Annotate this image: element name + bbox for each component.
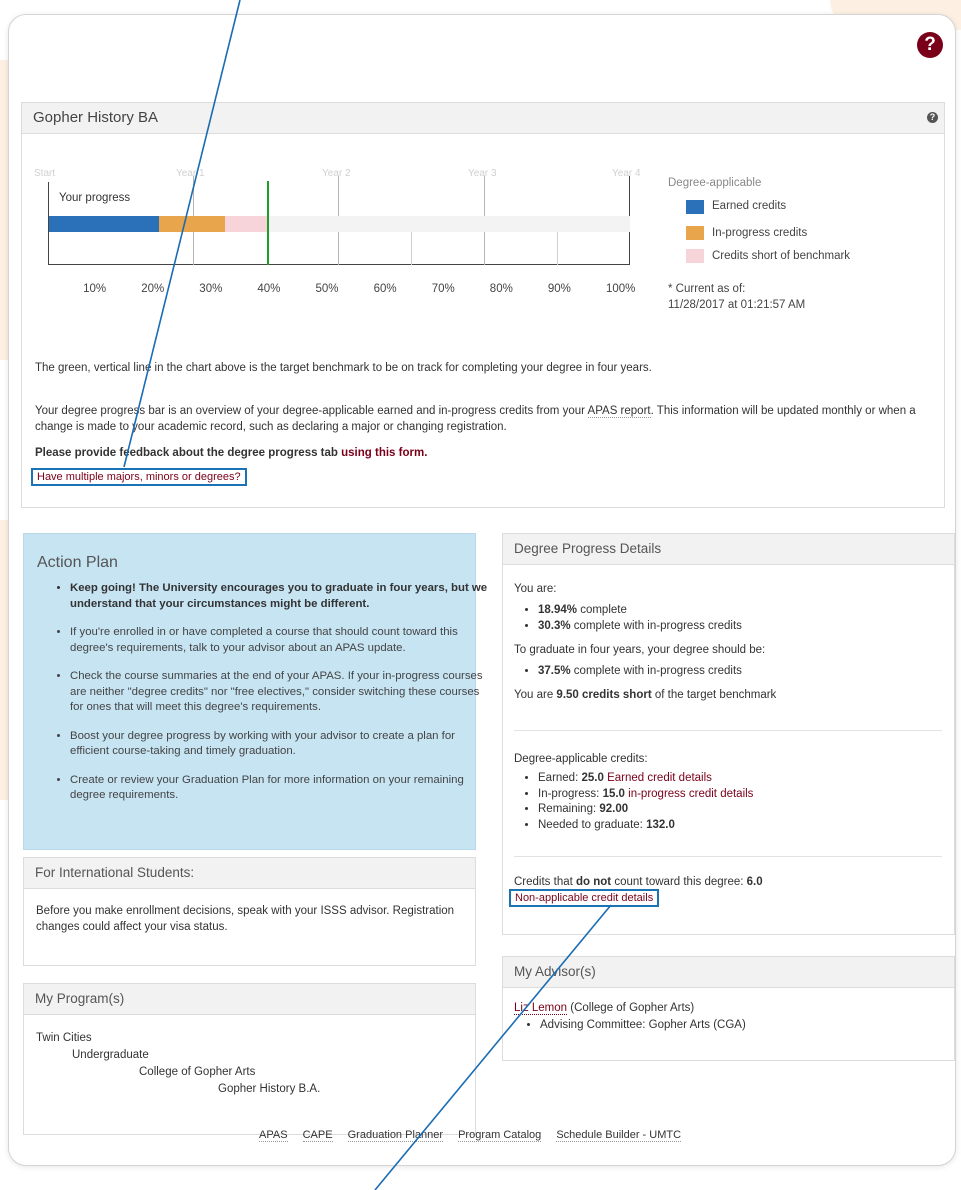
annotation-lines-svg <box>123 0 612 1190</box>
